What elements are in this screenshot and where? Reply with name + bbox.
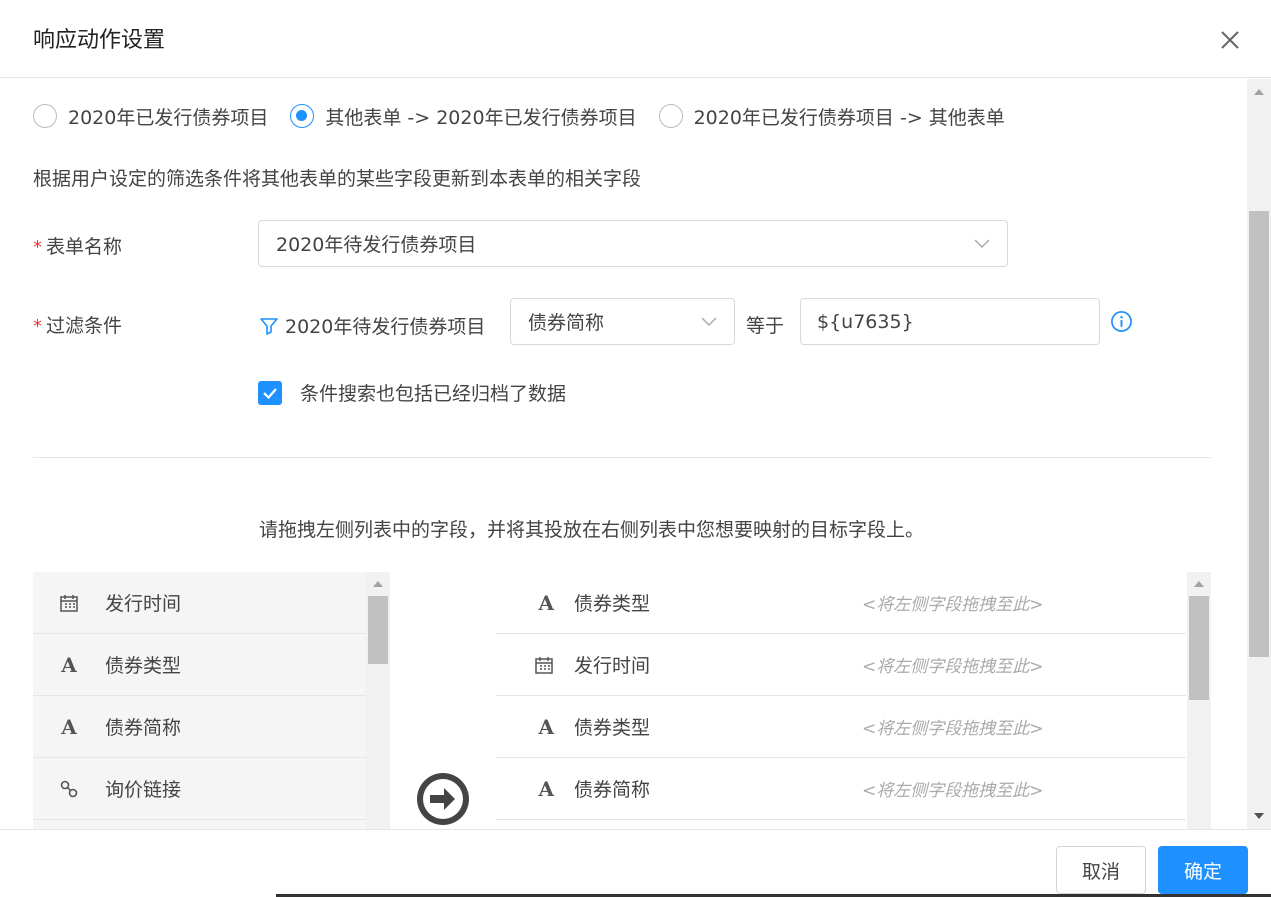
filter-field-value: 债券简称	[528, 312, 605, 334]
mode-description: 根据用户设定的筛选条件将其他表单的某些字段更新到本表单的相关字段	[33, 168, 642, 190]
text-a-icon: A	[61, 652, 77, 677]
close-icon	[1221, 31, 1239, 49]
dialog-title: 响应动作设置	[33, 28, 166, 53]
text-a-icon: A	[538, 776, 554, 801]
checkbox-checked	[258, 380, 282, 405]
dialog-body: 2020年已发行债券项目 其他表单 -> 2020年已发行债券项目 2020年已…	[0, 79, 1271, 829]
filter-value-text: ${u7635}	[817, 310, 914, 333]
radio-label: 2020年已发行债券项目 -> 其他表单	[693, 106, 1005, 129]
source-field-item[interactable]: 发行时间	[33, 572, 366, 634]
scroll-thumb[interactable]	[1249, 211, 1269, 657]
field-label: 债券类型	[574, 717, 651, 739]
scroll-thumb[interactable]	[368, 596, 388, 664]
radio-circle	[658, 104, 683, 128]
field-label: 询价链接	[105, 779, 182, 801]
radio-option-other-to-self[interactable]: 其他表单 -> 2020年已发行债券项目	[290, 103, 637, 130]
form-name-value: 2020年待发行债券项目	[276, 234, 477, 256]
drop-placeholder: <将左侧字段拖拽至此>	[862, 595, 1044, 615]
drop-placeholder: <将左侧字段拖拽至此>	[862, 781, 1044, 801]
filter-source: 2020年待发行债券项目	[259, 312, 485, 339]
filter-field-select[interactable]: 债券简称	[510, 298, 735, 345]
scroll-up-arrow[interactable]	[1254, 89, 1264, 95]
field-label: 债券类型	[574, 593, 651, 615]
text-a-icon: A	[538, 590, 554, 615]
scroll-thumb[interactable]	[1189, 596, 1209, 700]
form-name-label: * 表单名称	[33, 232, 122, 259]
radio-option-self[interactable]: 2020年已发行债券项目	[33, 103, 268, 130]
filter-icon	[260, 317, 278, 335]
close-button[interactable]	[1214, 24, 1246, 56]
radio-circle	[33, 104, 57, 128]
calendar-icon	[496, 655, 574, 675]
dialog-footer: 取消 确定	[0, 829, 1271, 897]
text-a-icon: A	[61, 714, 77, 739]
target-field-item[interactable]: A 债券简称 <将左侧字段拖拽至此>	[496, 758, 1186, 820]
filter-label-text: 过滤条件	[46, 315, 123, 337]
calendar-icon	[33, 593, 105, 613]
arrow-right-icon	[417, 773, 469, 825]
source-list-scrollbar[interactable]	[366, 572, 390, 829]
field-label: 发行时间	[105, 593, 182, 615]
required-mark: *	[33, 237, 42, 258]
field-label: 发行时间	[574, 655, 651, 677]
source-field-item[interactable]: 询价链接	[33, 758, 366, 820]
filter-operator: 等于	[746, 315, 785, 337]
target-field-item[interactable]: 发行时间 <将左侧字段拖拽至此>	[496, 634, 1186, 696]
source-field-item[interactable]: A 债券类型	[33, 634, 366, 696]
radio-label: 2020年已发行债券项目	[68, 106, 269, 129]
target-field-item[interactable]: A 债券类型 <将左侧字段拖拽至此>	[496, 572, 1186, 634]
field-label: 债券简称	[105, 717, 182, 739]
section-divider	[33, 457, 1211, 458]
text-a-icon: A	[538, 714, 554, 739]
radio-circle-checked	[290, 104, 315, 128]
cancel-button[interactable]: 取消	[1056, 846, 1146, 894]
filter-value-input[interactable]: ${u7635}	[800, 298, 1100, 345]
scroll-up-arrow[interactable]	[1194, 581, 1204, 587]
drop-placeholder: <将左侧字段拖拽至此>	[862, 719, 1044, 739]
target-field-item[interactable]: A 债券类型 <将左侧字段拖拽至此>	[496, 696, 1186, 758]
checkbox-label: 条件搜索也包括已经归档了数据	[300, 383, 567, 405]
chevron-down-icon	[701, 317, 717, 327]
include-archived-checkbox[interactable]: 条件搜索也包括已经归档了数据	[258, 379, 566, 406]
required-mark: *	[33, 316, 42, 337]
mapping-hint: 请拖拽左侧列表中的字段，并将其投放在右侧列表中您想要映射的目标字段上。	[259, 519, 925, 541]
dialog-scrollbar[interactable]	[1247, 79, 1271, 829]
target-list-scrollbar[interactable]	[1187, 572, 1211, 829]
scroll-down-arrow[interactable]	[1254, 813, 1264, 819]
field-label: 债券简称	[574, 779, 651, 801]
info-icon[interactable]	[1110, 310, 1133, 333]
dialog-header: 响应动作设置	[0, 0, 1271, 78]
mode-radio-group: 2020年已发行债券项目 其他表单 -> 2020年已发行债券项目 2020年已…	[33, 101, 1027, 131]
radio-label: 其他表单 -> 2020年已发行债券项目	[325, 106, 637, 129]
confirm-button[interactable]: 确定	[1158, 846, 1248, 894]
filter-source-name: 2020年待发行债券项目	[285, 316, 486, 338]
target-field-list: A 债券类型 <将左侧字段拖拽至此> 发行时间 <将左侧字段拖拽至此> A 债券…	[496, 572, 1211, 829]
radio-option-self-to-other[interactable]: 2020年已发行债券项目 -> 其他表单	[658, 103, 1005, 130]
link-icon	[33, 779, 105, 799]
chevron-down-icon	[974, 239, 990, 249]
scroll-up-arrow[interactable]	[373, 581, 383, 587]
source-field-item[interactable]: A 债券简称	[33, 696, 366, 758]
drop-placeholder: <将左侧字段拖拽至此>	[862, 657, 1044, 677]
source-field-list: 发行时间 A 债券类型 A 债券简称 询价链接	[33, 572, 390, 829]
field-label: 债券类型	[105, 655, 182, 677]
filter-label: * 过滤条件	[33, 311, 122, 338]
check-icon	[263, 387, 277, 399]
form-name-select[interactable]: 2020年待发行债券项目	[258, 220, 1008, 267]
form-name-label-text: 表单名称	[46, 236, 123, 258]
